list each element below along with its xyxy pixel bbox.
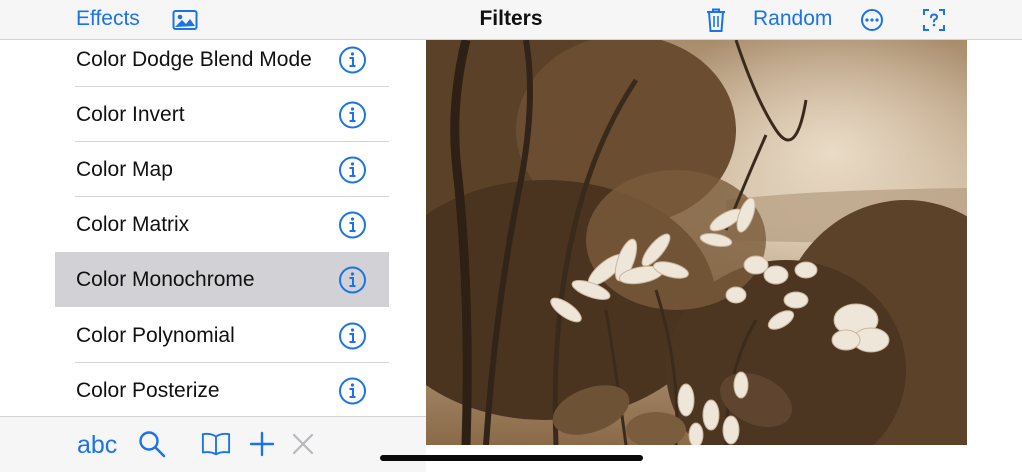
filter-label: Color Matrix — [76, 212, 190, 236]
book-icon[interactable] — [201, 429, 231, 459]
close-icon[interactable] — [288, 429, 318, 459]
filter-label: Color Monochrome — [76, 267, 255, 291]
info-icon[interactable] — [338, 100, 367, 129]
filter-row[interactable]: Color Polynomial — [55, 308, 389, 363]
info-icon[interactable] — [338, 155, 367, 184]
filter-row[interactable]: Color Dodge Blend Mode — [55, 40, 389, 87]
info-icon[interactable] — [338, 210, 367, 239]
info-icon[interactable] — [338, 321, 367, 350]
home-indicator — [380, 455, 643, 461]
help-icon[interactable] — [920, 6, 948, 34]
random-button[interactable]: Random — [753, 7, 832, 31]
filter-label: Color Posterize — [76, 378, 220, 402]
filter-label: Color Polynomial — [76, 323, 235, 347]
filter-row[interactable]: Color Map — [55, 142, 389, 197]
trash-icon[interactable] — [702, 6, 730, 34]
search-icon[interactable] — [137, 429, 167, 459]
filter-row[interactable]: Color Matrix — [55, 197, 389, 252]
effects-button[interactable]: Effects — [76, 7, 140, 31]
abc-button[interactable]: abc — [77, 431, 117, 460]
info-icon[interactable] — [338, 45, 367, 74]
bottom-toolbar: abc — [0, 416, 426, 472]
info-icon[interactable] — [338, 376, 367, 405]
filter-label: Color Map — [76, 157, 173, 181]
filter-row[interactable]: Color Posterize — [55, 363, 389, 416]
plus-icon[interactable] — [247, 429, 277, 459]
filter-row-selected[interactable]: Color Monochrome — [55, 252, 389, 307]
photo-icon[interactable] — [171, 6, 199, 34]
filter-row[interactable]: Color Invert — [55, 87, 389, 142]
filter-list: Color Dodge Blend Mode Color Invert Colo… — [0, 40, 426, 416]
navigation-bar: Effects Filters Random — [0, 0, 1022, 40]
ellipsis-circle-icon[interactable] — [858, 6, 886, 34]
filter-preview-image — [426, 40, 967, 445]
filter-label: Color Invert — [76, 102, 185, 126]
filter-label: Color Dodge Blend Mode — [76, 47, 312, 71]
info-icon[interactable] — [338, 265, 367, 294]
